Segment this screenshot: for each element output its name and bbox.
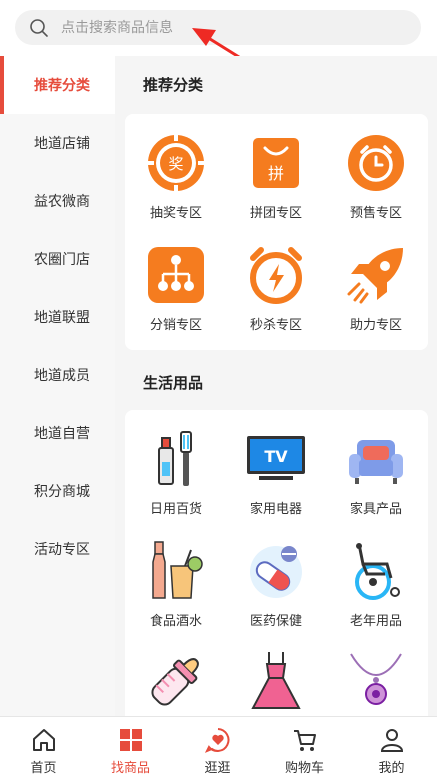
grid-item-baby[interactable] xyxy=(126,650,226,716)
group-buy-icon: 拼 xyxy=(253,138,299,188)
tv-icon: TV xyxy=(247,436,305,480)
tab-label: 找商品 xyxy=(110,761,150,776)
grid-label: 老年用品 xyxy=(349,614,402,629)
tab-browse[interactable]: 逛逛 xyxy=(174,717,261,776)
sidebar-item-events[interactable]: 活动专区 xyxy=(0,520,115,578)
grid-item-food-drinks[interactable]: 食品酒水 xyxy=(126,540,226,629)
necklace-icon xyxy=(350,653,402,705)
grid-item-boost[interactable]: 助力专区 xyxy=(326,244,426,333)
daily-goods-card: 日用百货 TV 家用电器 家具产品 食品酒水 医药保健 老年用品 xyxy=(125,410,428,716)
grid-label: 预售专区 xyxy=(349,206,402,221)
grid-item-distribution[interactable]: 分销专区 xyxy=(126,244,226,333)
grid-item-appliances[interactable]: TV 家用电器 xyxy=(226,428,326,517)
search-icon xyxy=(30,19,48,37)
grid-item-furniture[interactable]: 家具产品 xyxy=(326,428,426,517)
grid-item-daily-goods[interactable]: 日用百货 xyxy=(126,428,226,517)
rocket-icon xyxy=(347,248,403,304)
distribution-icon xyxy=(148,247,204,303)
lottery-icon: 奖 xyxy=(148,135,204,191)
search-header xyxy=(0,0,437,56)
tab-mine[interactable]: 我的 xyxy=(348,717,435,776)
grid-label: 家具产品 xyxy=(349,502,402,517)
tab-cart[interactable]: 购物车 xyxy=(261,717,348,776)
svg-text:TV: TV xyxy=(264,447,288,466)
grid-label: 助力专区 xyxy=(349,318,402,333)
grid-label: 秒杀专区 xyxy=(249,318,302,333)
grid-label: 食品酒水 xyxy=(149,614,202,629)
grid-item-group-buy[interactable]: 拼 拼团专区 xyxy=(226,132,326,221)
user-icon xyxy=(380,729,403,752)
drinks-icon xyxy=(152,541,203,599)
sidebar-item-agri-micro[interactable]: 益农微商 xyxy=(0,172,115,230)
sidebar-item-alliance[interactable]: 地道联盟 xyxy=(0,288,115,346)
baby-bottle-icon xyxy=(151,658,199,706)
home-icon xyxy=(32,729,55,751)
wheelchair-icon xyxy=(355,543,400,600)
grid-label: 拼团专区 xyxy=(249,206,302,221)
svg-text:奖: 奖 xyxy=(168,155,183,173)
cart-icon xyxy=(293,730,316,751)
tab-label: 我的 xyxy=(378,761,405,776)
search-bar[interactable] xyxy=(15,10,421,45)
grid-label: 家用电器 xyxy=(249,502,302,517)
presale-clock-icon xyxy=(348,135,404,191)
grid-item-flash-sale[interactable]: 秒杀专区 xyxy=(226,244,326,333)
sidebar-item-recommended[interactable]: 推荐分类 xyxy=(0,56,115,114)
tab-home[interactable]: 首页 xyxy=(0,717,87,776)
category-grid-icon xyxy=(119,729,142,751)
svg-text:拼: 拼 xyxy=(268,164,284,183)
sofa-icon xyxy=(349,440,403,484)
grid-item-jewelry[interactable] xyxy=(326,650,426,716)
sidebar-item-farm-stores[interactable]: 农圈门店 xyxy=(0,230,115,288)
grid-label: 日用百货 xyxy=(149,502,202,517)
grid-item-medicine[interactable]: 医药保健 xyxy=(226,540,326,629)
search-input[interactable] xyxy=(61,10,381,45)
sidebar-item-points-mall[interactable]: 积分商城 xyxy=(0,462,115,520)
toothpaste-icon xyxy=(158,431,192,486)
section-title-recommended: 推荐分类 xyxy=(143,76,204,94)
sidebar-item-members[interactable]: 地道成员 xyxy=(0,346,115,404)
category-sidebar: 推荐分类 地道店铺 益农微商 农圈门店 地道联盟 地道成员 地道自营 积分商城 … xyxy=(0,56,115,716)
heart-chat-icon xyxy=(204,728,229,753)
grid-item-elderly[interactable]: 老年用品 xyxy=(326,540,426,629)
grid-item-presale[interactable]: 预售专区 xyxy=(326,132,426,221)
bottom-tabbar: 首页 找商品 逛逛 购物车 我的 xyxy=(0,716,437,776)
category-content: 推荐分类 奖 抽奖专区 拼 拼团专区 预售专区 分销专区 秒杀专区 助力专区 生… xyxy=(115,56,437,716)
section-title-daily-goods: 生活用品 xyxy=(143,374,204,392)
flash-sale-icon xyxy=(250,247,302,304)
grid-label: 抽奖专区 xyxy=(149,206,202,221)
recommended-card: 奖 抽奖专区 拼 拼团专区 预售专区 分销专区 秒杀专区 助力专区 xyxy=(125,114,428,350)
tab-find-goods[interactable]: 找商品 xyxy=(87,717,174,776)
grid-label: 医药保健 xyxy=(249,614,302,629)
sidebar-item-local-shops[interactable]: 地道店铺 xyxy=(0,114,115,172)
tab-label: 逛逛 xyxy=(204,761,231,776)
tab-label: 购物车 xyxy=(284,761,324,776)
dress-icon xyxy=(251,652,301,709)
grid-item-lottery[interactable]: 奖 抽奖专区 xyxy=(126,132,226,221)
grid-label: 分销专区 xyxy=(149,318,202,333)
tab-label: 首页 xyxy=(30,761,57,776)
grid-item-dress[interactable] xyxy=(226,650,326,716)
medicine-icon xyxy=(250,546,302,598)
sidebar-item-self-operated[interactable]: 地道自营 xyxy=(0,404,115,462)
